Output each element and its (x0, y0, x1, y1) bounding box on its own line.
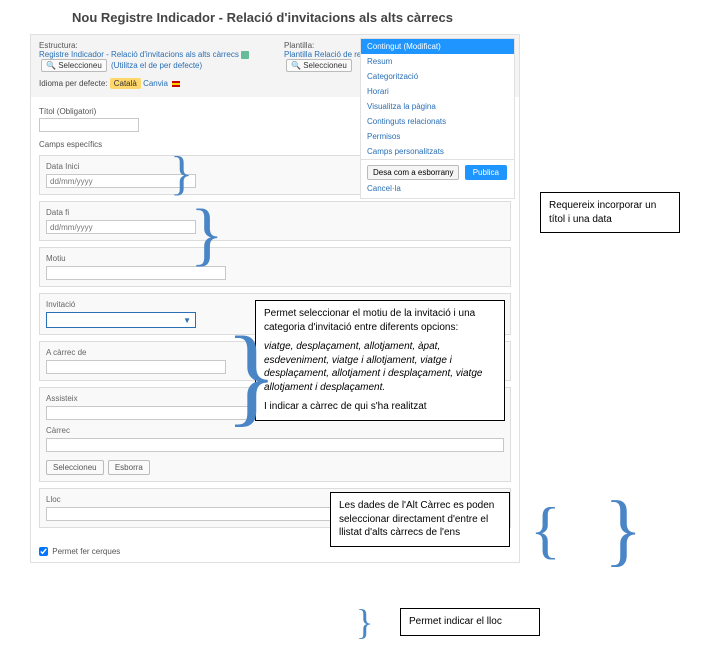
permet-cerques-row: Permet fer cerques (31, 544, 519, 562)
canvia-link[interactable]: Canvia (143, 79, 168, 88)
seleccioneu-button[interactable]: Seleccioneu (46, 460, 104, 475)
utilitza-default-link[interactable]: (Utilitza el de per defecte) (111, 61, 202, 70)
acarrec-input[interactable] (46, 360, 226, 374)
field-data-fi: Data fi (39, 201, 511, 241)
titol-input[interactable] (39, 118, 139, 132)
data-fi-input[interactable] (46, 220, 196, 234)
brace-icon: } (190, 200, 224, 270)
side-permisos[interactable]: Permisos (361, 129, 514, 144)
idioma-label: Idioma per defecte: (39, 79, 107, 88)
annotation-lloc: Permet indicar el lloc (400, 608, 540, 636)
publica-button[interactable]: Publica (465, 165, 507, 180)
idioma-badge: Català (110, 78, 141, 89)
brace-icon: } (225, 320, 278, 430)
side-relacionats[interactable]: Continguts relacionats (361, 114, 514, 129)
side-categoritzacio[interactable]: Categorització (361, 69, 514, 84)
edit-icon[interactable] (241, 51, 249, 59)
field-motiu: Motiu (39, 247, 511, 287)
carrec-input[interactable] (46, 438, 504, 452)
permet-cerques-label: Permet fer cerques (52, 547, 120, 556)
page-title: Nou Registre Indicador - Relació d'invit… (0, 0, 715, 33)
flag-icon (172, 81, 180, 87)
seleccioneu-estructura-button[interactable]: 🔍 Seleccioneu (41, 59, 107, 72)
side-camps[interactable]: Camps personalitzats (361, 144, 514, 159)
estructura-link[interactable]: Registre Indicador - Relació d'invitacio… (39, 50, 239, 59)
annotation-titol: Requereix incorporar un títol i una data (540, 192, 680, 233)
side-resum[interactable]: Resum (361, 54, 514, 69)
side-visualitza[interactable]: Visualitza la pàgina (361, 99, 514, 114)
annotation-motiu: Permet seleccionar el motiu de la invita… (255, 300, 505, 421)
estructura-label: Estructura: (39, 41, 266, 50)
side-horari[interactable]: Horari (361, 84, 514, 99)
seleccioneu-plantilla-button[interactable]: 🔍 Seleccioneu (286, 59, 352, 72)
cancel-link[interactable]: Cancel·la (367, 184, 508, 193)
desa-button[interactable]: Desa com a esborrany (367, 165, 459, 180)
chevron-down-icon: ▼ (183, 316, 191, 325)
brace-icon: } (604, 490, 642, 570)
brace-icon: } (530, 498, 561, 562)
brace-icon: } (170, 150, 193, 198)
esborra-button[interactable]: Esborra (108, 460, 150, 475)
data-fi-label: Data fi (46, 208, 504, 217)
permet-cerques-checkbox[interactable] (39, 547, 48, 556)
annotation-altcarrec: Les dades de l'Alt Càrrec es poden selec… (330, 492, 510, 547)
side-contingut[interactable]: Contingut (Modificat) (361, 39, 514, 54)
invitacio-select[interactable]: ▼ (46, 312, 196, 328)
brace-icon: } (356, 604, 373, 640)
side-panel: Contingut (Modificat) Resum Categoritzac… (360, 38, 515, 199)
motiu-label: Motiu (46, 254, 504, 263)
